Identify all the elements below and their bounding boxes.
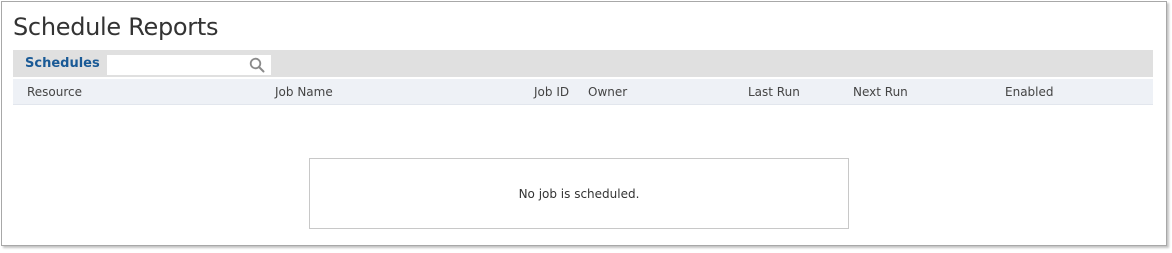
column-header-owner[interactable]: Owner (588, 85, 627, 99)
column-header-next-run[interactable]: Next Run (853, 85, 908, 99)
column-header-job-name[interactable]: Job Name (275, 85, 333, 99)
table-header-row: Resource Job Name Job ID Owner Last Run … (13, 79, 1153, 105)
column-header-job-id[interactable]: Job ID (534, 85, 569, 99)
search-input[interactable] (107, 55, 245, 73)
empty-state-message: No job is scheduled. (518, 187, 640, 201)
column-header-enabled[interactable]: Enabled (1005, 85, 1054, 99)
page-title: Schedule Reports (13, 13, 219, 41)
search-icon[interactable] (249, 57, 265, 73)
schedules-toolbar: Schedules (13, 50, 1153, 77)
column-header-last-run[interactable]: Last Run (748, 85, 800, 99)
search-box[interactable] (106, 54, 272, 76)
empty-state-box: No job is scheduled. (309, 158, 849, 229)
schedules-label: Schedules (25, 56, 100, 71)
column-header-resource[interactable]: Resource (27, 85, 82, 99)
schedule-reports-panel: Schedule Reports Schedules Resource Job … (1, 1, 1167, 246)
